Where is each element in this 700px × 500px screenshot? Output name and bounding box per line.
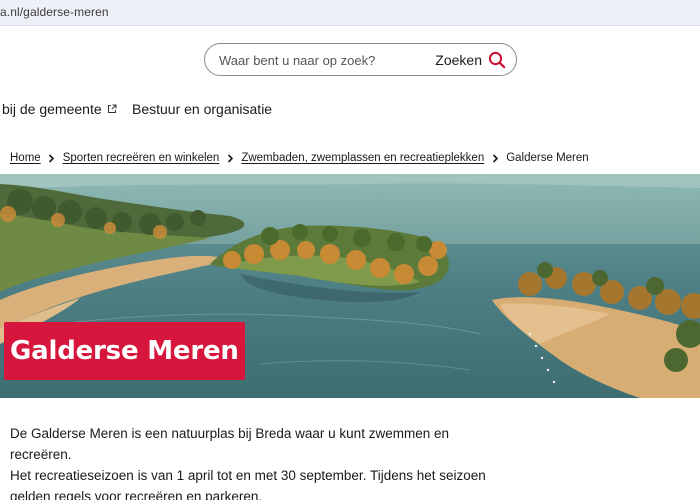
nav-item-bestuur-en-organisatie[interactable]: Bestuur en organisatie	[132, 101, 272, 117]
breadcrumb-link-home[interactable]: Home	[10, 152, 41, 164]
search-input[interactable]	[219, 50, 429, 70]
external-link-icon	[107, 104, 117, 113]
page-title: Galderse Meren	[10, 336, 239, 366]
chevron-right-icon	[41, 153, 63, 163]
address-url[interactable]: a.nl/galderse-meren	[0, 5, 109, 19]
nav-item-label: bij de gemeente	[2, 101, 102, 117]
breadcrumb-current: Galderse Meren	[506, 152, 589, 164]
breadcrumb: Home Sporten recreëren en winkelen Zwemb…	[10, 150, 589, 166]
nav-item-label: Bestuur en organisatie	[132, 101, 273, 117]
search-icon	[488, 51, 506, 69]
breadcrumb-link-sporten[interactable]: Sporten recreëren en winkelen	[63, 152, 220, 164]
search-button[interactable]: Zoeken	[435, 49, 506, 71]
intro-line: gelden regels voor recreëren en parkeren…	[10, 489, 263, 500]
intro-line: De Galderse Meren is een natuurplas bij …	[10, 426, 449, 462]
nav-item-bij-de-gemeente[interactable]: bij de gemeente	[2, 101, 117, 117]
main-navigation: bij de gemeente Bestuur en organisatie	[0, 101, 700, 121]
chevron-right-icon	[484, 153, 506, 163]
breadcrumb-link-zwembaden[interactable]: Zwembaden, zwemplassen en recreatieplekk…	[241, 152, 484, 164]
hero-title-label: Galderse Meren	[4, 322, 245, 380]
site-search-box: Zoeken	[204, 43, 517, 76]
chevron-right-icon	[219, 153, 241, 163]
search-button-label: Zoeken	[435, 52, 482, 68]
intro-text: De Galderse Meren is een natuurplas bij …	[10, 423, 500, 500]
intro-line: Het recreatieseizoen is van 1 april tot …	[10, 468, 486, 483]
browser-address-bar[interactable]: a.nl/galderse-meren	[0, 0, 700, 26]
hero-banner: Galderse Meren	[0, 174, 700, 398]
